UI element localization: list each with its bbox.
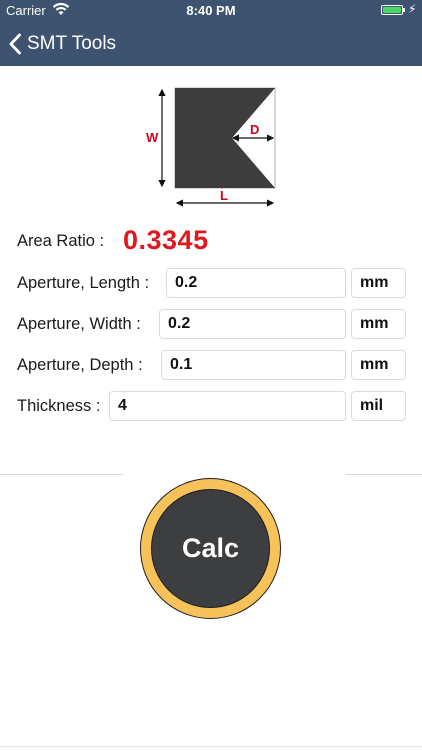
divider-left [0, 474, 123, 475]
length-label: Aperture, Length : [17, 274, 150, 292]
thickness-row: Thickness : 4 mil [0, 391, 422, 421]
calc-button-core: Calc [151, 489, 270, 608]
length-input[interactable]: 0.2 [166, 268, 346, 298]
calc-button-label: Calc [181, 533, 240, 563]
calc-button[interactable]: Calc [140, 478, 281, 619]
width-row: Aperture, Width : 0.2 mm [0, 309, 422, 339]
thickness-label: Thickness : [17, 397, 101, 415]
aperture-diagram: W D L [146, 87, 276, 207]
area-ratio-row: Area Ratio : 0.3345 [0, 225, 422, 256]
back-button[interactable]: SMT Tools [8, 30, 116, 58]
battery-tip [403, 8, 405, 12]
back-button-label: SMT Tools [27, 33, 117, 54]
battery-icon [381, 5, 403, 15]
diagram-label-d: D [250, 122, 259, 137]
width-unit-select[interactable]: mm [351, 309, 406, 339]
status-bar: Carrier 8:40 PM ⚡ [0, 0, 422, 22]
status-time: 8:40 PM [186, 3, 236, 18]
top-bar: Carrier 8:40 PM ⚡ SMT Tools [0, 0, 422, 66]
depth-label: Aperture, Depth : [17, 356, 143, 374]
length-row: Aperture, Length : 0.2 mm [0, 268, 422, 298]
length-unit-select[interactable]: mm [351, 268, 406, 298]
chevron-left-icon [9, 33, 21, 55]
depth-unit-select[interactable]: mm [351, 350, 406, 380]
depth-input[interactable]: 0.1 [161, 350, 346, 380]
bottom-divider [0, 746, 422, 747]
battery-level [383, 7, 401, 13]
depth-row: Aperture, Depth : 0.1 mm [0, 350, 422, 380]
divider-right [346, 474, 422, 475]
navigation-bar: SMT Tools [0, 22, 422, 66]
diagram-label-l: L [220, 188, 228, 203]
width-input[interactable]: 0.2 [159, 309, 346, 339]
area-ratio-value: 0.3345 [123, 225, 209, 255]
area-ratio-label: Area Ratio : [17, 232, 105, 250]
diagram-label-w: W [146, 130, 159, 145]
charging-bolt-icon: ⚡ [408, 2, 417, 16]
thickness-input[interactable]: 4 [109, 391, 346, 421]
thickness-unit-select[interactable]: mil [351, 391, 406, 421]
width-label: Aperture, Width : [17, 315, 141, 333]
